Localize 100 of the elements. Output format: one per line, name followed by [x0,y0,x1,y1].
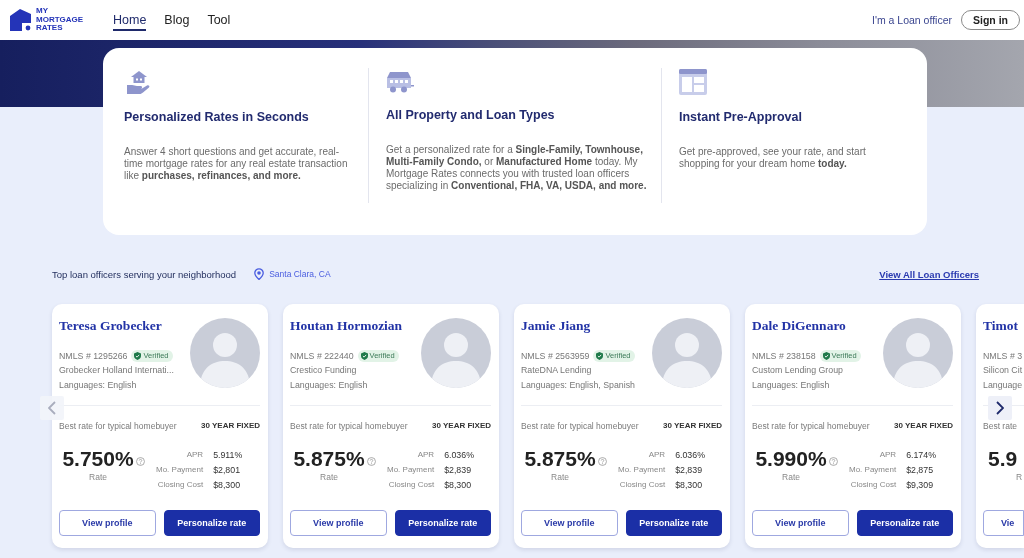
officer-name[interactable]: Jamie Jiang [521,318,652,334]
officer-name[interactable]: Teresa Grobecker [59,318,190,334]
rate-value: 5.750% [62,447,134,471]
feature-title: All Property and Loan Types [386,108,556,122]
languages-text: Language [983,379,1024,392]
detail-value: $2,801 [213,464,242,475]
detail-label: Closing Cost [618,480,666,489]
help-icon[interactable] [135,457,145,466]
feature-title: Instant Pre-Approval [679,110,803,124]
nav-tab[interactable]: Tool [207,9,231,31]
logo-icon[interactable] [10,9,31,31]
officer-name[interactable]: Dale DiGennaro [752,318,883,334]
detail-label: APR [185,450,204,459]
rate-value: 5.875% [524,447,596,471]
detail-label: APR [416,450,435,459]
personalize-rate-button[interactable]: Personalize rate [856,510,953,536]
location-pin-icon [254,268,265,280]
company-name: RateDNA Lending [521,364,593,377]
languages-text: Languages: English, Spanish [521,379,636,392]
verified-shield-icon [822,351,830,360]
languages-text: Languages: English [290,379,369,392]
section-heading: Top loan officers serving your neighborhood [52,268,237,280]
company-name: Silicon Cit [983,364,1024,377]
feature-description: Get pre-approved, see your rate, and start shopping for your dream home today. [679,146,867,170]
rate-value: 5.875% [293,447,365,471]
logo-wordmark[interactable]: MY MORTGAGE RATES [36,7,84,33]
loan-officer-link[interactable]: I'm a Loan officer [871,14,952,26]
detail-label: Mo. Payment [156,465,204,474]
detail-value: $2,839 [675,464,704,475]
rate-caption: Best rate for typical homebuyer [752,420,870,432]
nmls-number: NMLS # 238158 [752,350,816,361]
rate-caption: Best rate for typical homebuyer [521,420,639,432]
sign-in-button[interactable]: Sign in [961,10,1020,30]
next-button[interactable] [988,396,1012,420]
detail-value: 6.036% [444,449,474,460]
personalize-rate-button[interactable]: Personalize rate [163,510,260,536]
detail-value: $8,300 [213,479,242,490]
detail-label: Mo. Payment [387,465,435,474]
detail-label: Closing Cost [849,480,897,489]
loan-term: 30 YEAR FIXED [201,420,260,432]
layout-icon [679,69,707,95]
rate-label: Rate [551,471,570,483]
detail-label: Mo. Payment [849,465,897,474]
rate-label: Rate [320,471,339,483]
rate-label: Rate [89,471,108,483]
location-link[interactable]: Santa Clara, CA [254,268,331,280]
detail-value: $9,309 [906,479,935,490]
help-icon[interactable] [828,457,838,466]
feature-title: Personalized Rates in Seconds [124,110,310,124]
rate-caption: Best rate [983,420,1018,432]
rate-value: 5.990% [755,447,827,471]
personalize-rate-button[interactable]: Personalize rate [394,510,491,536]
detail-label: APR [878,450,897,459]
nav-tab[interactable]: Home [113,9,147,31]
rate-label: Rate [782,471,801,483]
mobile-home-icon [386,71,414,93]
feature-description: Answer 4 short questions and get accurate, real-time mortgage rates for any real estate transaction like purchases, refinances, and more. [124,146,349,182]
detail-value: 6.174% [906,449,936,460]
company-name: Custom Lending Group [752,364,844,377]
chevron-right-icon [996,401,1004,415]
nmls-number: NMLS # 2563959 [521,350,590,361]
rate-value: 5.9 [988,447,1018,471]
help-icon[interactable] [597,457,607,466]
detail-value: $2,875 [906,464,935,475]
detail-value: $8,300 [675,479,704,490]
company-name: Grobecker Holland Internati... [59,364,175,377]
nav-tab[interactable]: Blog [164,9,190,31]
loan-term: 30 YEAR FIXED [894,420,953,432]
detail-value: $8,300 [444,479,473,490]
loan-term: 30 YEAR FIXED [432,420,491,432]
feature-description: Get a personalized rate for a Single-Family, Townhouse, Multi-Family Condo, or Manufactured Home today. My Mortgage Rates connects you with trusted loan officers specializing in Conventional, FHA, VA, USDA, and more. [386,144,648,192]
house-in-hand-icon [127,70,151,95]
view-profile-button[interactable]: View profile [290,510,387,536]
view-all-link[interactable]: View All Loan Officers [879,268,979,280]
nmls-number: NMLS # 3 [983,350,1023,361]
languages-text: Languages: English [752,379,831,392]
languages-text: Languages: English [59,379,138,392]
loan-term: 30 YEAR FIXED [663,420,722,432]
detail-label: Closing Cost [387,480,435,489]
detail-label: Closing Cost [156,480,204,489]
detail-value: 5.911% [213,449,243,460]
view-profile-button[interactable]: Vie [983,510,1024,536]
verified-shield-icon [596,351,604,360]
help-icon[interactable] [366,457,376,466]
chevron-left-icon [48,401,56,415]
nmls-number: NMLS # 222440 [290,350,354,361]
detail-label: APR [647,450,666,459]
view-profile-button[interactable]: View profile [59,510,156,536]
officer-name[interactable]: Timot [983,318,1024,334]
view-profile-button[interactable]: View profile [752,510,849,536]
company-name: Crestico Funding [290,364,358,377]
rate-label: R [1016,471,1023,483]
officer-name[interactable]: Houtan Hormozian [290,318,421,334]
rate-caption: Best rate for typical homebuyer [290,420,408,432]
personalize-rate-button[interactable]: Personalize rate [625,510,722,536]
view-profile-button[interactable]: View profile [521,510,618,536]
detail-value: $2,839 [444,464,473,475]
nmls-number: NMLS # 1295266 [59,350,128,361]
detail-label: Mo. Payment [618,465,666,474]
rate-caption: Best rate for typical homebuyer [59,420,177,432]
